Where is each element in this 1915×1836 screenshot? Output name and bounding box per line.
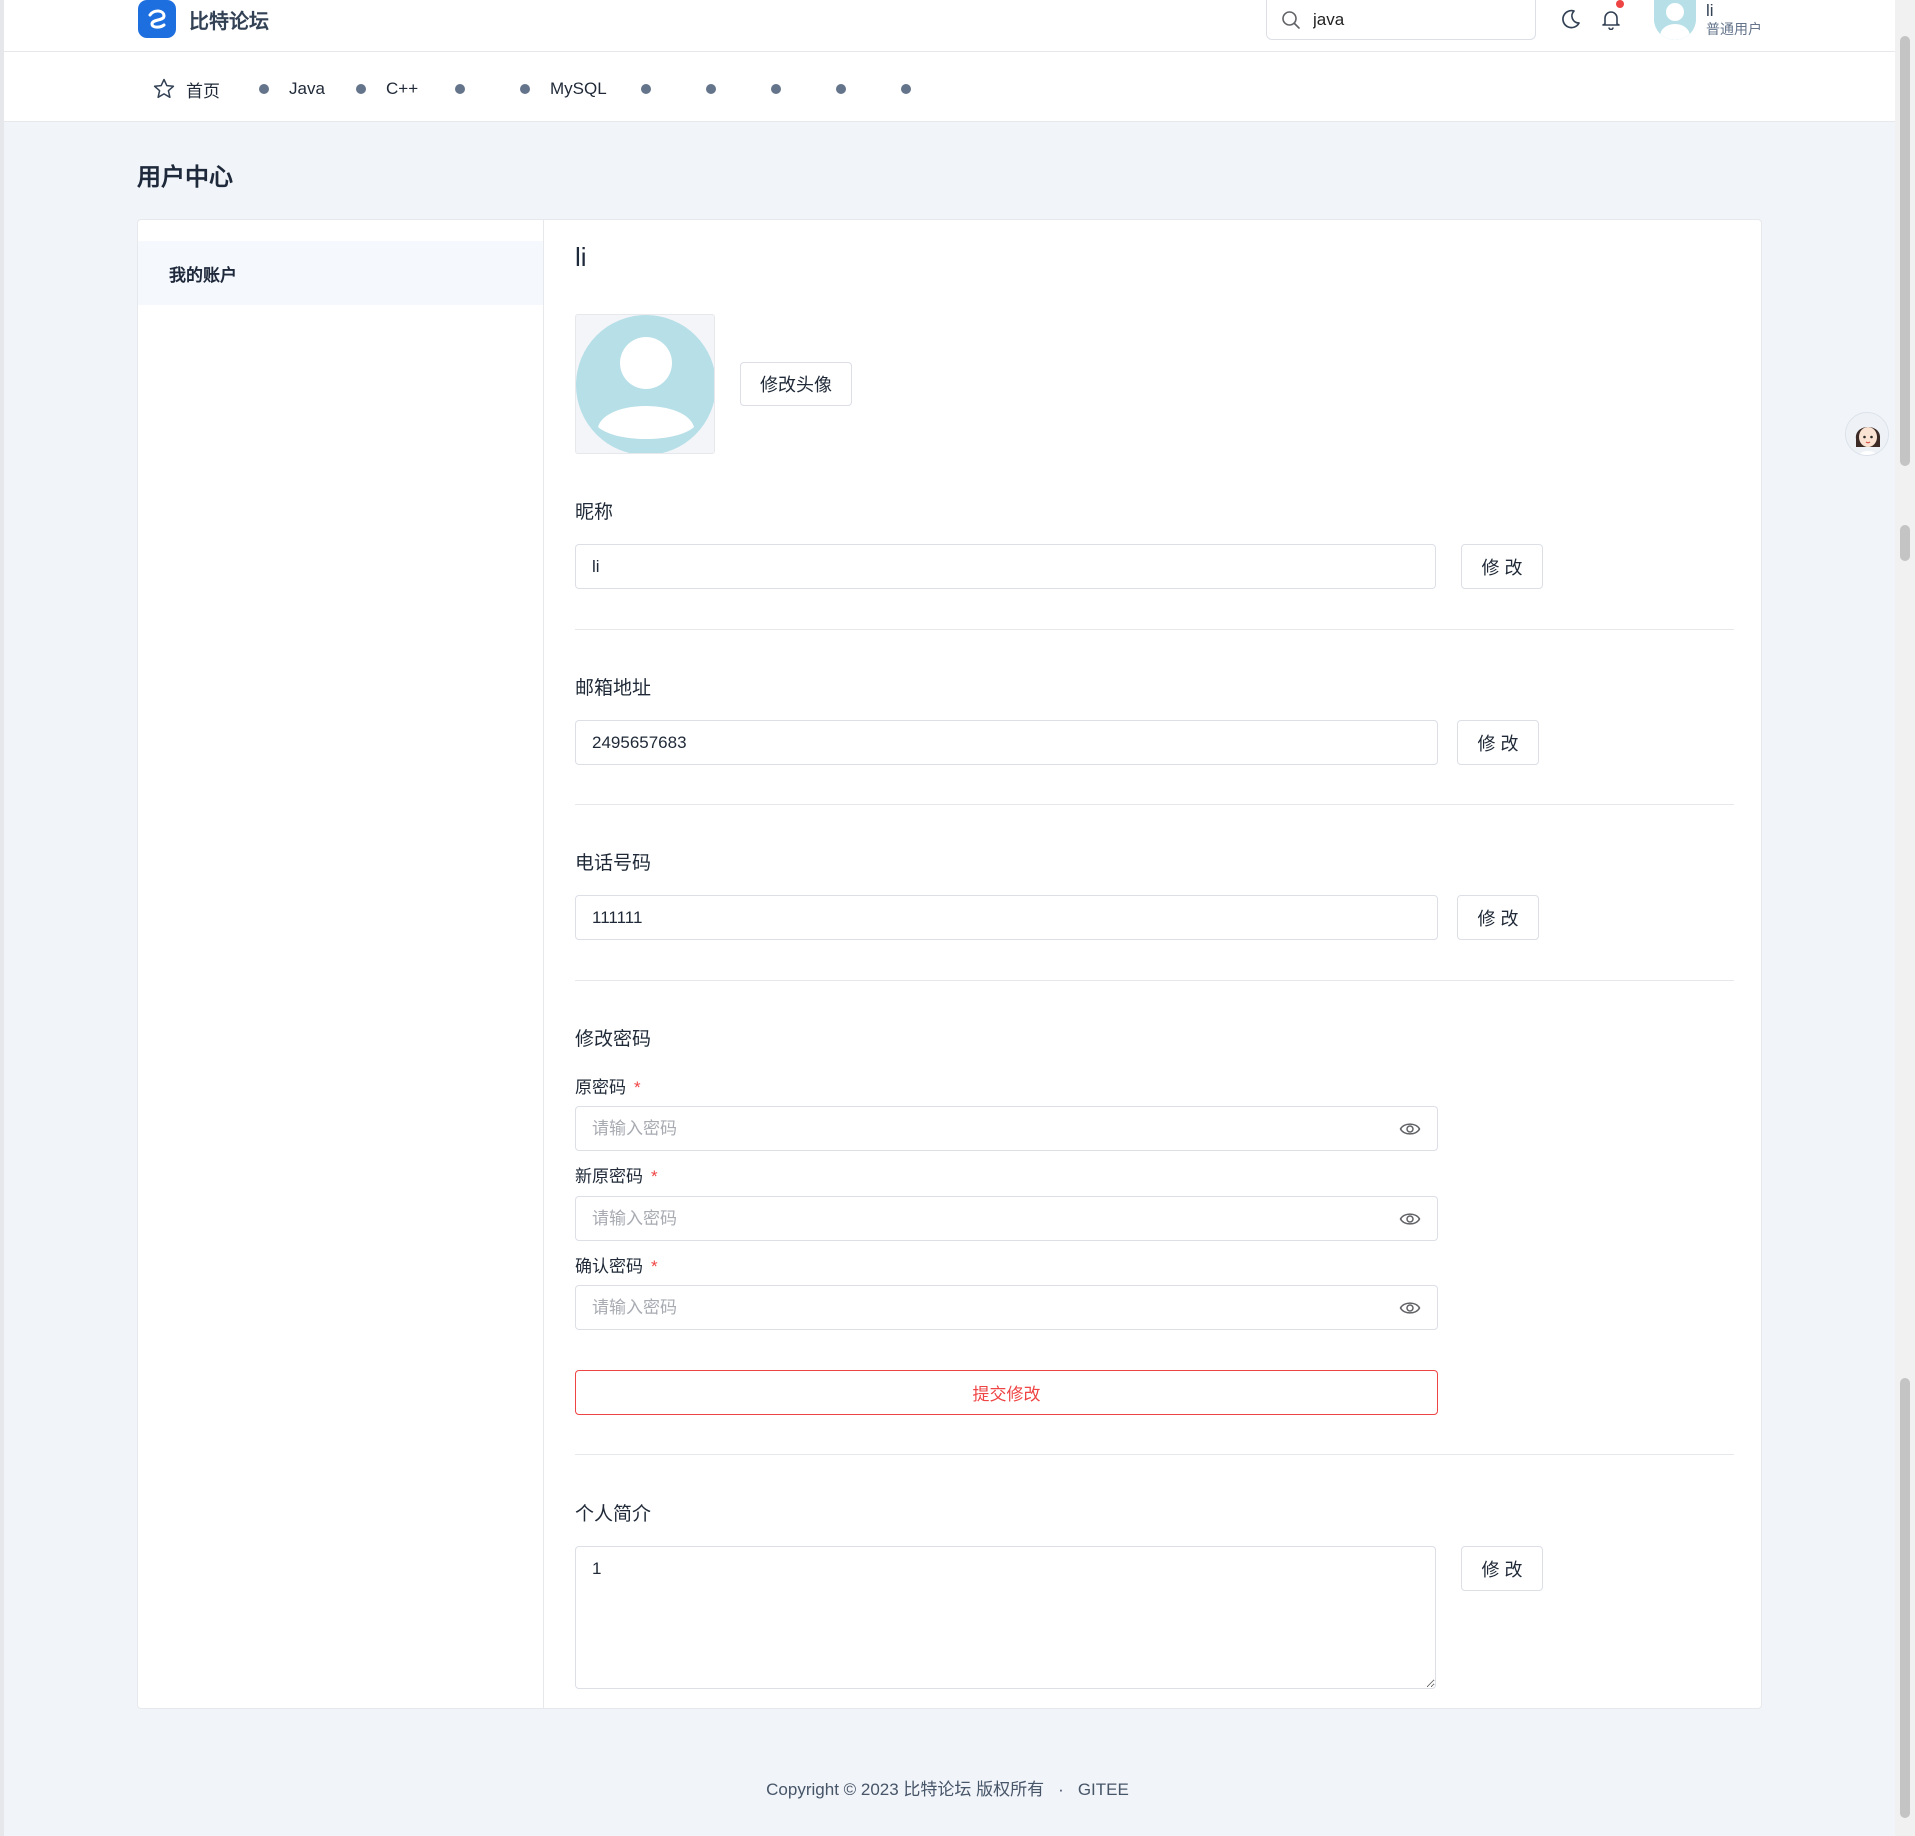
nav-item[interactable] (836, 76, 846, 102)
scrollbar-thumb[interactable] (1900, 36, 1910, 466)
notifications-button[interactable] (1596, 0, 1626, 34)
eye-icon[interactable] (1399, 1209, 1421, 1229)
nickname-field[interactable] (575, 544, 1436, 589)
email-field[interactable] (575, 720, 1438, 765)
nickname-label: 昵称 (575, 502, 614, 523)
dot-icon (455, 84, 465, 94)
nav-label: MySQL (550, 79, 607, 98)
nav-item[interactable] (771, 76, 781, 102)
nav-item-mysql[interactable]: MySQL (520, 76, 607, 102)
confirm-password-label: 确认密码 * (575, 1252, 658, 1277)
old-password-label: 原密码 * (575, 1073, 641, 1098)
bell-icon (1602, 11, 1620, 30)
sidebar-item-my-account[interactable]: 我的账户 (138, 241, 543, 305)
page-title: 用户中心 (137, 164, 233, 191)
eye-icon[interactable] (1399, 1119, 1421, 1139)
top-header: 比特论坛 li 普通用户 (4, 0, 1895, 52)
required-mark: * (651, 1257, 658, 1276)
email-label: 邮箱地址 (575, 678, 652, 699)
user-role: 普通用户 (1706, 21, 1762, 37)
footer: Copyright © 2023 比特论坛 版权所有 · GITEE (0, 1775, 1895, 1800)
confirm-password-label-text: 确认密码 (575, 1257, 643, 1276)
scrollbar-thumb[interactable] (1900, 525, 1910, 561)
nav-label: C++ (386, 79, 419, 98)
nav-item-java[interactable]: Java (259, 76, 325, 102)
search-icon (1282, 10, 1300, 29)
confirm-password-field[interactable] (575, 1285, 1438, 1330)
confirm-password-input[interactable] (592, 1297, 1437, 1318)
notification-badge (1616, 0, 1624, 8)
dot-icon (771, 84, 781, 94)
change-avatar-button[interactable]: 修改头像 (740, 362, 852, 406)
nav-item-home[interactable]: 首页 (152, 76, 220, 102)
required-mark: * (651, 1167, 658, 1186)
dot-icon (901, 84, 911, 94)
modify-nickname-button[interactable]: 修 改 (1461, 544, 1543, 589)
profile-avatar (575, 314, 715, 454)
modify-phone-button[interactable]: 修 改 (1457, 895, 1539, 940)
brand-logo[interactable]: 比特论坛 (138, 0, 269, 38)
nav-label: 首页 (186, 81, 220, 101)
old-password-input[interactable] (592, 1118, 1437, 1139)
nav-item[interactable] (901, 76, 911, 102)
category-nav: 首页 Java C++ MySQL (4, 52, 1895, 122)
eye-icon[interactable] (1399, 1298, 1421, 1318)
moon-icon (1562, 9, 1580, 29)
bio-textarea[interactable]: 1 (575, 1546, 1436, 1689)
bio-label: 个人简介 (575, 1504, 652, 1525)
assistant-avatar-icon (1846, 413, 1888, 455)
nav-item[interactable] (706, 76, 716, 102)
avatar (1654, 0, 1696, 40)
phone-input[interactable] (592, 907, 1437, 928)
dot-icon (836, 84, 846, 94)
email-input[interactable] (592, 732, 1437, 753)
search-box[interactable] (1266, 0, 1536, 40)
brand-logo-icon (138, 0, 176, 38)
page-scrollbar[interactable] (1895, 0, 1915, 1836)
user-center-card: 我的账户 li 修改头像 昵称 修 改 邮箱地址 修 改 电话号码 (137, 219, 1762, 1709)
nav-label: Java (289, 79, 325, 98)
dark-mode-toggle[interactable] (1556, 4, 1586, 34)
password-section-label: 修改密码 (575, 1029, 652, 1050)
old-password-label-text: 原密码 (575, 1078, 626, 1097)
modify-bio-button[interactable]: 修 改 (1461, 1546, 1543, 1591)
old-password-field[interactable] (575, 1106, 1438, 1151)
brand-name: 比特论坛 (189, 10, 269, 33)
new-password-label: 新原密码 * (575, 1162, 658, 1187)
account-settings: li 修改头像 昵称 修 改 邮箱地址 修 改 电话号码 修 改 (544, 220, 1761, 1708)
search-input[interactable] (1313, 9, 1503, 30)
nickname-input[interactable] (592, 556, 1435, 577)
submit-password-button[interactable]: 提交修改 (575, 1370, 1438, 1415)
phone-label: 电话号码 (575, 853, 652, 874)
phone-field[interactable] (575, 895, 1438, 940)
scrollbar-thumb[interactable] (1900, 1378, 1910, 1818)
star-icon (153, 78, 175, 99)
sidebar: 我的账户 (138, 220, 544, 1708)
dot-icon (641, 84, 651, 94)
nav-item[interactable] (455, 76, 465, 102)
footer-separator: · (1058, 1780, 1064, 1799)
new-password-label-text: 新原密码 (575, 1167, 643, 1186)
dot-icon (356, 84, 366, 94)
dot-icon (520, 84, 530, 94)
dot-icon (259, 84, 269, 94)
window-edge (0, 0, 4, 1836)
divider (575, 1454, 1734, 1455)
user-name: li (1706, 1, 1714, 20)
gitee-link[interactable]: GITEE (1078, 1780, 1129, 1799)
nav-item-cpp[interactable]: C++ (356, 76, 418, 102)
assistant-avatar-button[interactable] (1845, 412, 1889, 456)
divider (575, 980, 1734, 981)
divider (575, 804, 1734, 805)
copyright-text: Copyright © 2023 比特论坛 版权所有 (766, 1780, 1045, 1799)
divider (575, 629, 1734, 630)
new-password-input[interactable] (592, 1208, 1437, 1229)
nav-item[interactable] (641, 76, 651, 102)
new-password-field[interactable] (575, 1196, 1438, 1241)
required-mark: * (634, 1078, 641, 1097)
modify-email-button[interactable]: 修 改 (1457, 720, 1539, 765)
user-menu[interactable]: li 普通用户 (1654, 0, 1762, 40)
dot-icon (706, 84, 716, 94)
profile-username: li (575, 242, 587, 272)
